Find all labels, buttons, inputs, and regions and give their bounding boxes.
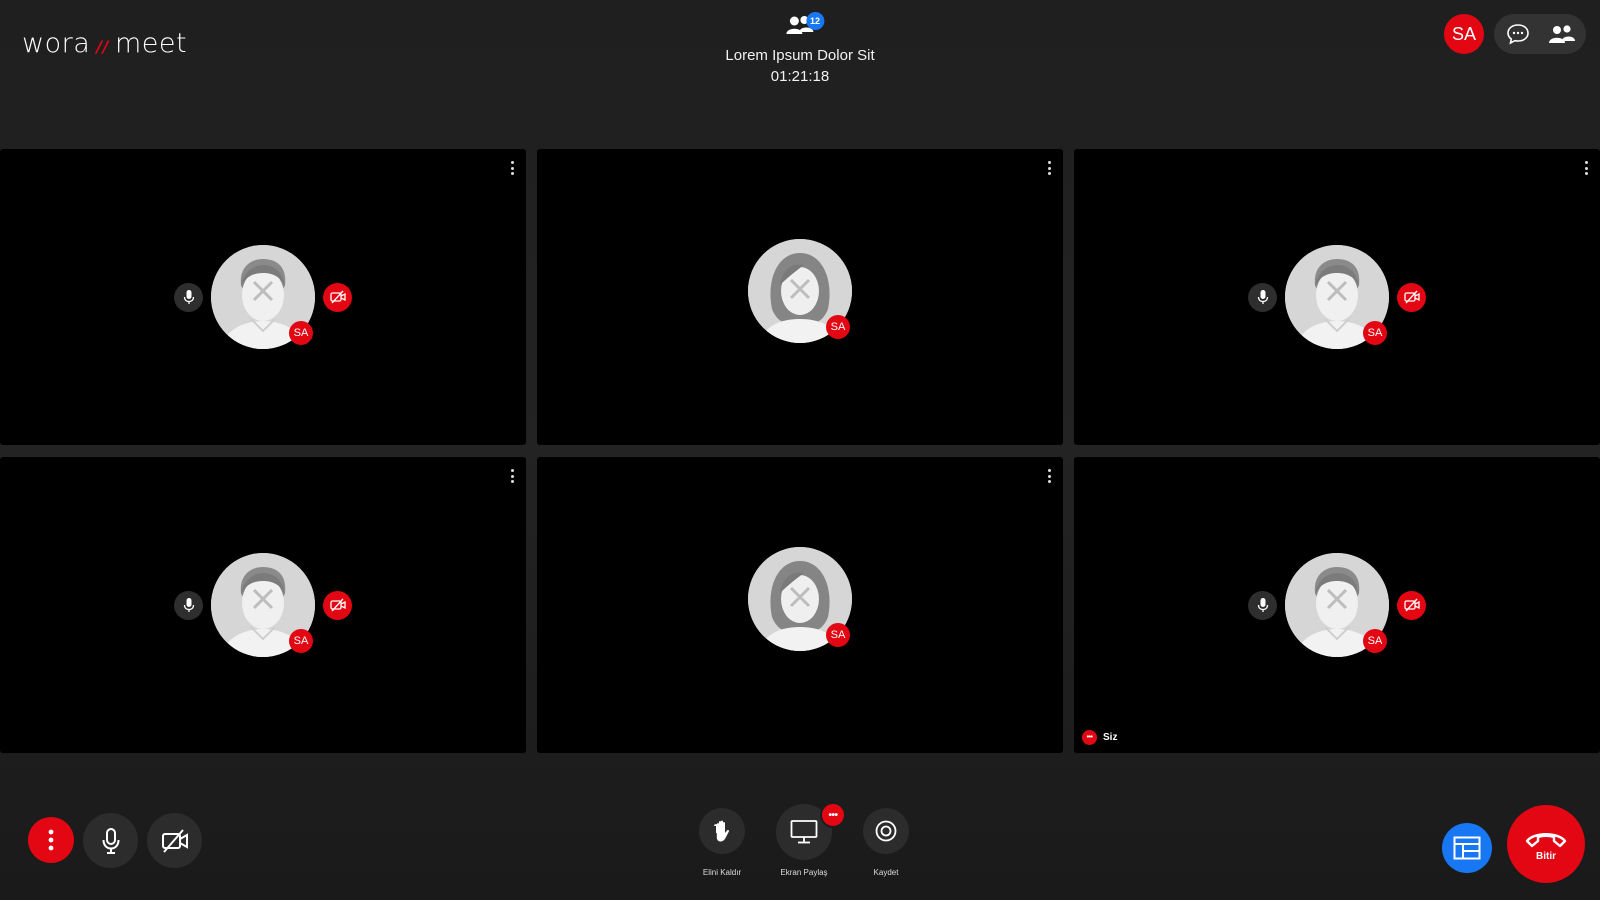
raise-hand-action[interactable]: Elini Kaldır [697, 808, 747, 877]
camera-status [323, 590, 352, 620]
microphone-icon [183, 290, 194, 304]
camera-off-icon [1403, 598, 1420, 612]
participant-avatar: SA [211, 245, 315, 349]
tile-more-menu-icon[interactable] [1045, 469, 1053, 483]
share-options-badge[interactable]: ••• [820, 802, 846, 828]
initials-badge: SA [826, 623, 850, 648]
tile-content: SA [748, 239, 852, 344]
participant-count-badge: 12 [806, 12, 824, 30]
participant-tile[interactable]: SA [0, 457, 526, 753]
tile-more-menu-icon[interactable] [1582, 161, 1590, 175]
layout-button[interactable] [1442, 823, 1492, 873]
chat-button[interactable] [1502, 18, 1534, 50]
initials-badge: SA [826, 315, 850, 340]
tile-content: SA [174, 245, 352, 349]
video-grid: SA SA SA SA SA SA ••• Siz [0, 149, 1600, 753]
end-call-label: Bitir [1536, 850, 1556, 862]
participant-avatar: SA [1285, 245, 1389, 349]
participant-tile[interactable]: SA [537, 457, 1063, 753]
initials-badge: SA [1363, 321, 1387, 345]
microphone-icon [1257, 598, 1268, 612]
participant-avatar: SA [748, 239, 852, 344]
app-logo: wora // meet [22, 28, 187, 59]
logo-text-left: wora [22, 28, 91, 59]
camera-status [1397, 590, 1426, 620]
share-screen-label: Ekran Paylaş [780, 868, 828, 877]
tile-content: SA [1248, 553, 1426, 657]
meeting-timer: 01:21:18 [770, 68, 830, 85]
record-button[interactable] [863, 808, 909, 854]
camera-off-icon [1403, 290, 1420, 304]
self-participant-tile[interactable]: SA ••• Siz [1074, 457, 1600, 753]
tile-content: SA [1248, 245, 1426, 349]
logo-separator: // [96, 37, 109, 56]
more-vertical-icon [48, 829, 54, 851]
monitor-icon [790, 820, 818, 844]
more-options-button[interactable] [28, 817, 74, 863]
self-more-icon[interactable]: ••• [1082, 730, 1097, 745]
participant-tile[interactable]: SA [537, 149, 1063, 445]
tile-more-menu-icon[interactable] [508, 469, 516, 483]
meeting-title: Lorem Ipsum Dolor Sit [725, 47, 875, 64]
participant-tile[interactable]: SA [1074, 149, 1600, 445]
initials-badge: SA [1363, 629, 1387, 653]
camera-toggle-button[interactable] [147, 813, 202, 868]
user-avatar[interactable]: SA [1444, 14, 1484, 54]
record-label: Kaydet [873, 868, 899, 877]
tile-content: SA [174, 553, 352, 657]
hand-icon [714, 820, 730, 842]
microphone-icon [183, 598, 194, 612]
record-action[interactable]: Kaydet [861, 808, 911, 877]
top-right-controls: SA [1444, 14, 1586, 54]
microphone-button[interactable] [83, 813, 138, 868]
camera-off-icon [161, 828, 188, 853]
self-label-text: Siz [1103, 732, 1118, 743]
microphone-icon [102, 827, 119, 854]
mic-status [174, 590, 203, 620]
record-icon [875, 820, 897, 842]
participants-count-indicator[interactable]: 12 [784, 12, 824, 38]
participant-avatar: SA [1285, 553, 1389, 657]
camera-status [1397, 282, 1426, 312]
hang-up-icon [1525, 832, 1567, 847]
tile-content: SA [748, 547, 852, 652]
microphone-icon [1257, 290, 1268, 304]
self-label: ••• Siz [1082, 730, 1117, 745]
meeting-actions: Elini Kaldır ••• Ekran Paylaş Kaydet [697, 802, 911, 877]
grid-layout-icon [1453, 836, 1481, 860]
tile-more-menu-icon[interactable] [508, 161, 516, 175]
camera-status [323, 282, 352, 312]
mic-status [174, 282, 203, 312]
mic-status [1248, 282, 1277, 312]
chat-icon [1507, 24, 1529, 45]
participant-tile[interactable]: SA [0, 149, 526, 445]
participants-icon [1549, 25, 1575, 43]
share-screen-action[interactable]: ••• Ekran Paylaş [776, 802, 846, 877]
logo-text-right: meet [114, 28, 188, 59]
initials-badge: SA [289, 629, 313, 653]
meeting-info: 12 Lorem Ipsum Dolor Sit 01:21:18 [725, 12, 875, 85]
media-controls [28, 813, 202, 868]
participant-avatar: SA [211, 553, 315, 657]
raise-hand-label: Elini Kaldır [702, 868, 742, 877]
mic-status [1248, 590, 1277, 620]
camera-off-icon [329, 598, 346, 612]
tile-more-menu-icon[interactable] [1045, 161, 1053, 175]
header-action-group [1494, 14, 1586, 54]
participants-button[interactable] [1546, 18, 1578, 50]
participant-avatar: SA [748, 547, 852, 652]
camera-off-icon [329, 290, 346, 304]
end-call-button[interactable]: Bitir [1507, 805, 1585, 883]
raise-hand-button[interactable] [699, 808, 745, 854]
initials-badge: SA [289, 321, 313, 345]
